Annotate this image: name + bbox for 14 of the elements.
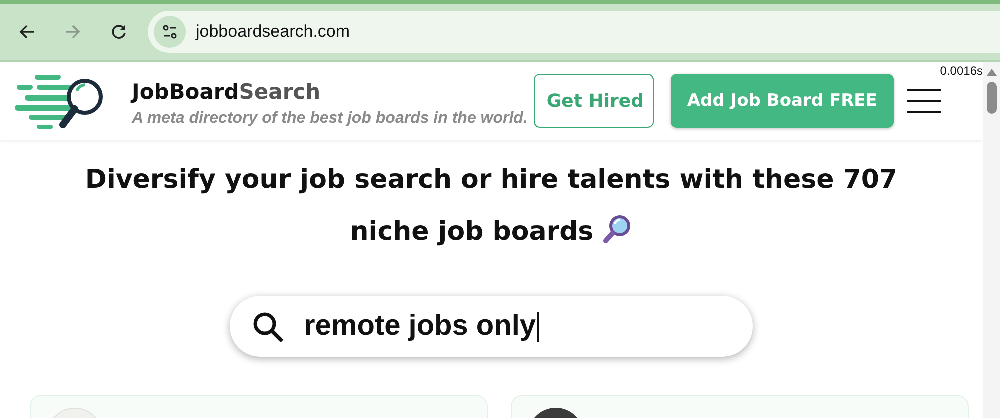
menu-icon[interactable] — [906, 88, 941, 114]
site-title[interactable]: JobBoardSearch — [132, 80, 528, 104]
scrollbar-thumb[interactable] — [986, 82, 996, 114]
search-icon — [252, 310, 284, 342]
search-field[interactable]: remote jobs only — [230, 296, 753, 357]
magnifier-icon — [602, 214, 633, 244]
address-bar[interactable]: jobboardsearch.com — [148, 11, 1000, 53]
timer-text: 0.0016s — [940, 64, 983, 78]
headline: Diversify your job search or hire talents with these 707 niche job boards — [84, 164, 899, 249]
site-settings-icon[interactable] — [154, 16, 186, 48]
tagline: A meta directory of the best job boards in the world. — [132, 110, 528, 128]
back-icon[interactable] — [18, 23, 36, 41]
reload-icon[interactable] — [110, 23, 128, 41]
scroll-up-icon[interactable] — [986, 69, 996, 76]
